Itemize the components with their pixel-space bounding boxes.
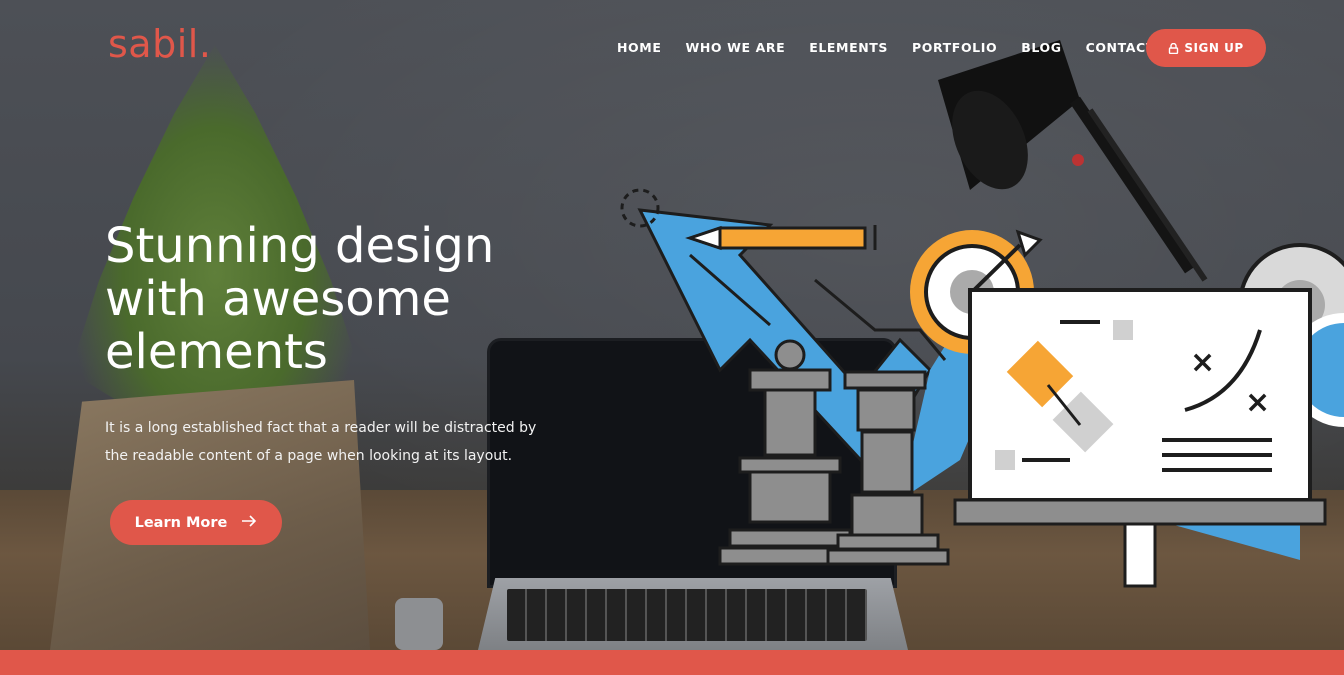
description-line-1: It is a long established fact that a rea… (105, 420, 537, 436)
headline-line-1: Stunning design (105, 218, 495, 274)
hero-description: It is a long established fact that a rea… (105, 414, 575, 470)
watch-image (395, 598, 443, 650)
lock-icon (1168, 42, 1179, 54)
learn-more-button[interactable]: Learn More (110, 500, 282, 545)
nav-blog[interactable]: BLOG (1021, 40, 1061, 55)
arrow-right-icon (241, 514, 257, 531)
learn-more-label: Learn More (134, 514, 228, 531)
svg-text:×: × (1190, 345, 1215, 380)
main-nav: HOME WHO WE ARE ELEMENTS PORTFOLIO BLOG … (617, 40, 1155, 55)
nav-contact[interactable]: CONTACT (1086, 40, 1155, 55)
nav-elements[interactable]: ELEMENTS (809, 40, 888, 55)
sign-up-label: SIGN UP (1184, 41, 1244, 55)
description-line-2: the readable content of a page when look… (105, 448, 513, 464)
hero-headline: Stunning design with awesome elements (105, 220, 575, 379)
site-logo[interactable]: sabil. (108, 22, 211, 66)
sign-up-button[interactable]: SIGN UP (1146, 29, 1266, 67)
nav-who-we-are[interactable]: WHO WE ARE (685, 40, 785, 55)
nav-portfolio[interactable]: PORTFOLIO (912, 40, 997, 55)
bottom-accent-band (0, 650, 1344, 675)
headline-line-2: with awesome (105, 271, 451, 327)
nav-home[interactable]: HOME (617, 40, 661, 55)
headline-line-3: elements (105, 324, 328, 380)
svg-text:×: × (1245, 385, 1270, 420)
pencil-icon (685, 225, 877, 251)
strategy-illustration: × × (620, 188, 1344, 588)
